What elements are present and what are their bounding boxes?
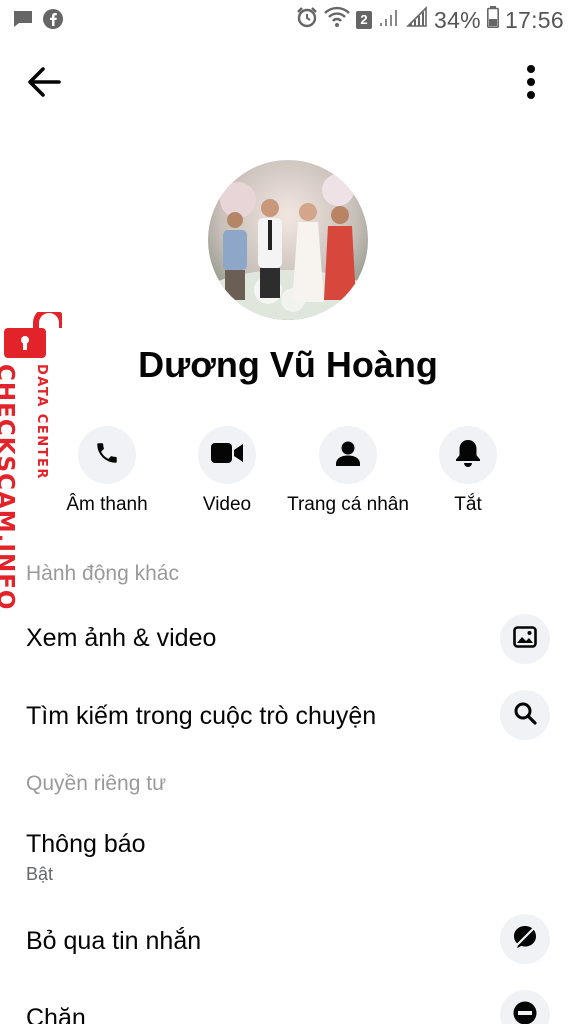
clock: 17:56 xyxy=(504,6,564,33)
arrow-left-icon xyxy=(27,66,61,102)
search-chat-icon-wrap xyxy=(500,690,550,740)
action-buttons: Âm thanh Video Trang cá nhân Tắt xyxy=(0,426,576,526)
bell-icon xyxy=(455,439,481,472)
notifications-status: Bật xyxy=(26,864,54,884)
signal-icon xyxy=(378,6,400,34)
block-row[interactable]: Chặn xyxy=(0,990,576,1024)
wifi-icon xyxy=(324,6,350,34)
audio-call-circle xyxy=(78,426,136,484)
ignore-messages-label: Bỏ qua tin nhắn xyxy=(26,927,202,955)
mute-circle xyxy=(439,426,497,484)
phone-icon xyxy=(94,440,120,471)
search-icon xyxy=(513,701,537,730)
person-icon xyxy=(336,440,360,471)
view-media-icon-wrap xyxy=(500,614,550,664)
ignore-messages-row[interactable]: Bỏ qua tin nhắn xyxy=(0,906,576,974)
video-camera-icon xyxy=(211,442,243,469)
status-bar-left xyxy=(12,8,64,35)
section-header-privacy: Quyền riêng tư xyxy=(26,772,167,795)
block-icon-wrap xyxy=(500,990,550,1024)
facebook-icon xyxy=(42,8,64,35)
video-call-circle xyxy=(198,426,256,484)
block-icon xyxy=(512,1000,538,1024)
wifi-badge: 2 xyxy=(356,11,372,29)
back-button[interactable] xyxy=(22,62,66,106)
search-chat-row[interactable]: Tìm kiếm trong cuộc trò chuyện xyxy=(0,684,576,750)
watermark-main-text: CHECKSCAM.INFO xyxy=(0,364,18,611)
more-vertical-icon xyxy=(526,64,536,105)
status-bar: 2 34% 17:56 xyxy=(0,0,576,40)
alarm-icon xyxy=(296,6,318,34)
battery-icon xyxy=(486,6,499,34)
chat-bubble-icon xyxy=(12,9,34,34)
watermark-sub-text: DATA CENTER xyxy=(34,364,49,480)
notifications-row[interactable]: Thông báo Bật xyxy=(0,818,576,890)
mute-button[interactable]: Tắt xyxy=(393,426,543,516)
status-bar-right: 2 34% 17:56 xyxy=(296,6,564,34)
profile-name: Dương Vũ Hoàng xyxy=(138,344,438,385)
more-options-button[interactable] xyxy=(516,62,546,106)
search-chat-label: Tìm kiếm trong cuộc trò chuyện xyxy=(26,702,377,730)
signal-icon xyxy=(406,6,428,34)
notifications-label: Thông báo xyxy=(26,830,146,858)
view-media-row[interactable]: Xem ảnh & video xyxy=(0,606,576,672)
lock-icon xyxy=(4,307,65,363)
ignore-icon xyxy=(512,924,538,955)
avatar[interactable] xyxy=(208,160,368,320)
view-media-label: Xem ảnh & video xyxy=(26,624,217,652)
ignore-messages-icon-wrap xyxy=(500,914,550,964)
mute-label: Tắt xyxy=(454,494,482,515)
battery-percent: 34% xyxy=(434,6,481,33)
profile-circle xyxy=(319,426,377,484)
block-label: Chặn xyxy=(26,1004,86,1024)
image-icon xyxy=(513,625,537,653)
